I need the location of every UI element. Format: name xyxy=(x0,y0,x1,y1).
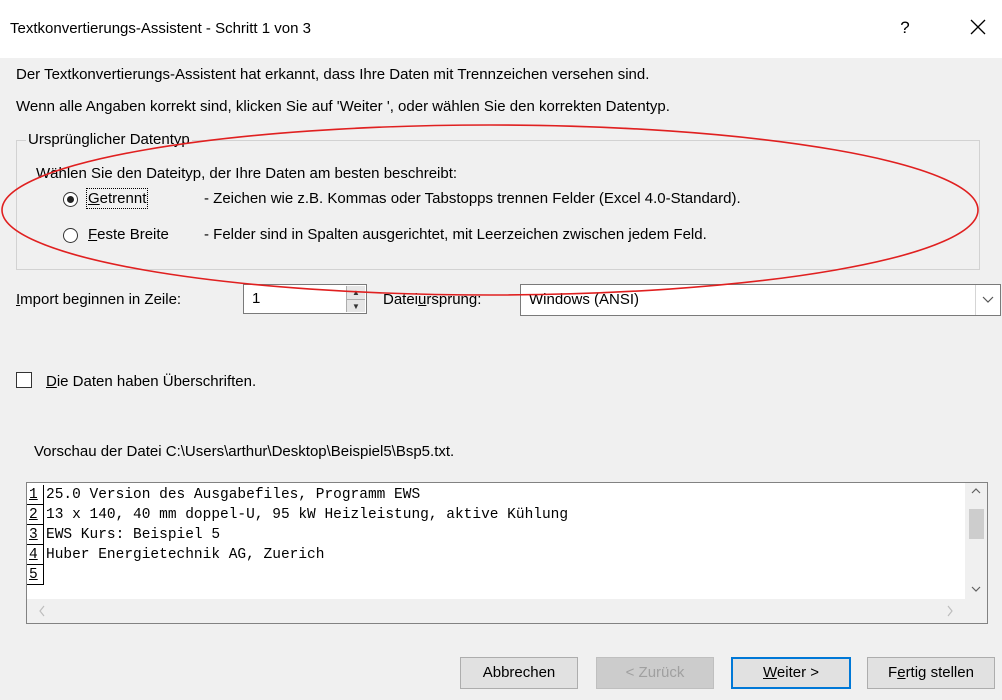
preview-row: 2 13 x 140, 40 mm doppel-U, 95 kW Heizlei… xyxy=(27,505,569,525)
vertical-scrollbar[interactable] xyxy=(965,483,987,601)
radio-feste-breite-description: - Felder sind in Spalten ausgerichtet, m… xyxy=(204,226,707,243)
file-origin-label: Dateiursprung: xyxy=(383,291,482,308)
datatype-prompt: Wählen Sie den Dateityp, der Ihre Daten … xyxy=(36,165,458,182)
chevron-up-icon[interactable] xyxy=(971,485,981,499)
cancel-button[interactable]: Abbrechen xyxy=(460,657,578,689)
chevron-down-icon[interactable] xyxy=(971,583,981,597)
spin-buttons[interactable]: ▲ ▼ xyxy=(346,286,365,312)
file-origin-select[interactable]: Windows (ANSI) xyxy=(520,284,1001,316)
import-start-label: Import beginnen in Zeile: xyxy=(16,291,182,308)
import-start-stepper[interactable]: 1 ▲ ▼ xyxy=(243,284,367,314)
spin-up-icon[interactable]: ▲ xyxy=(347,286,365,300)
radio-getrennt-label[interactable]: Getrennt xyxy=(85,188,149,209)
radio-feste-breite-label[interactable]: Feste Breite xyxy=(88,226,169,243)
chevron-right-icon[interactable] xyxy=(945,605,955,620)
radio-getrennt-description: - Zeichen wie z.B. Kommas oder Tabstopps… xyxy=(204,190,741,207)
preview-label: Vorschau der Datei C:\Users\arthur\Deskt… xyxy=(34,443,455,460)
headers-checkbox[interactable] xyxy=(16,372,32,388)
chevron-down-icon[interactable] xyxy=(975,285,1000,315)
preview-row: 3 EWS Kurs: Beispiel 5 xyxy=(27,525,221,545)
import-start-value[interactable]: 1 xyxy=(252,290,260,307)
help-button[interactable]: ? xyxy=(893,16,917,40)
preview-row: 5 xyxy=(27,565,568,585)
horizontal-scrollbar[interactable] xyxy=(27,599,965,623)
preview-row: 4 Huber Energietechnik AG, Zuerich xyxy=(27,545,325,565)
vertical-scroll-thumb[interactable] xyxy=(969,509,984,539)
scrollbar-corner xyxy=(965,599,987,623)
finish-button[interactable]: Fertig stellen xyxy=(867,657,995,689)
back-button[interactable]: < Zurück xyxy=(596,657,714,689)
preview-pane[interactable]: 1 25.0 Version des Ausgabefiles, Programm… xyxy=(26,482,988,624)
window-title: Textkonvertierungs-Assistent - Schritt 1… xyxy=(10,20,311,37)
file-origin-value: Windows (ANSI) xyxy=(529,291,640,308)
close-icon[interactable] xyxy=(965,14,991,40)
chevron-left-icon[interactable] xyxy=(37,605,47,620)
datatype-group-title: Ursprünglicher Datentyp xyxy=(26,131,192,148)
next-button[interactable]: Weiter > xyxy=(731,657,851,689)
intro-line-2: Wenn alle Angaben korrekt sind, klicken … xyxy=(16,98,670,115)
radio-feste-breite[interactable] xyxy=(63,228,78,243)
preview-row: 1 25.0 Version des Ausgabefiles, Programm… xyxy=(27,485,421,505)
intro-line-1: Der Textkonvertierungs-Assistent hat erk… xyxy=(16,66,650,83)
radio-getrennt[interactable] xyxy=(63,192,78,207)
spin-down-icon[interactable]: ▼ xyxy=(347,300,365,313)
title-bar: Textkonvertierungs-Assistent - Schritt 1… xyxy=(0,0,1002,58)
headers-checkbox-label[interactable]: Die Daten haben Überschriften. xyxy=(46,373,256,390)
